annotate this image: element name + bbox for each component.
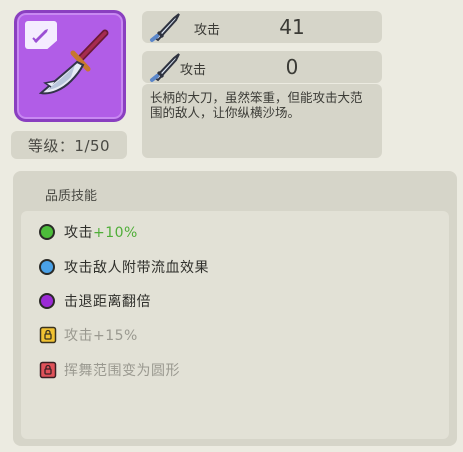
sword-icon bbox=[150, 53, 180, 82]
stat-value: 0 bbox=[285, 55, 299, 79]
stat-value: 41 bbox=[279, 15, 305, 39]
skill-text: 挥舞范围变为圆形 bbox=[64, 363, 180, 379]
weapon-description: 长柄的大刀，虽然笨重，但能攻击大范围的敌人，让你纵横沙场。 bbox=[142, 84, 382, 158]
yellow-lock-icon bbox=[39, 326, 57, 344]
skills-list: 攻击+10% 攻击敌人附带流血效果 击退距离翻倍 攻击+15% 挥舞范围变为圆形 bbox=[21, 211, 449, 439]
skills-title: 品质技能 bbox=[45, 189, 98, 204]
blue-skill-dot-icon bbox=[39, 259, 55, 275]
weapon-detail-panel: 等级：1/50 攻击 41 攻击 0 长柄的大刀，虽然笨重，但能攻击大范围的敌人… bbox=[0, 0, 463, 452]
attack-bonus-stat-row: 攻击 0 bbox=[142, 51, 382, 83]
weapon-card[interactable] bbox=[14, 10, 126, 122]
skill-text: 攻击+10% bbox=[64, 225, 138, 241]
stat-label: 攻击 bbox=[194, 23, 221, 38]
glaive-weapon-icon bbox=[38, 29, 109, 95]
skill-item: 攻击敌人附带流血效果 bbox=[39, 256, 209, 278]
red-lock-icon bbox=[39, 361, 57, 379]
level-indicator: 等级：1/50 bbox=[11, 131, 127, 159]
green-skill-dot-icon bbox=[39, 224, 55, 240]
stat-label: 攻击 bbox=[180, 63, 207, 78]
sword-icon bbox=[150, 13, 180, 42]
skill-text: 攻击+15% bbox=[64, 328, 138, 344]
skill-text: 攻击敌人附带流血效果 bbox=[64, 260, 209, 276]
attack-stat-row: 攻击 41 bbox=[142, 11, 382, 43]
skill-item: 击退距离翻倍 bbox=[39, 290, 151, 312]
skill-text: 击退距离翻倍 bbox=[64, 294, 151, 310]
purple-skill-dot-icon bbox=[39, 293, 55, 309]
quality-skills-panel: 品质技能 攻击+10% 攻击敌人附带流血效果 击退距离翻倍 攻击+15% 挥舞范… bbox=[13, 171, 457, 446]
skill-item: 攻击+10% bbox=[39, 221, 138, 243]
locked-skill-item: 挥舞范围变为圆形 bbox=[39, 359, 180, 381]
locked-skill-item: 攻击+15% bbox=[39, 324, 138, 346]
